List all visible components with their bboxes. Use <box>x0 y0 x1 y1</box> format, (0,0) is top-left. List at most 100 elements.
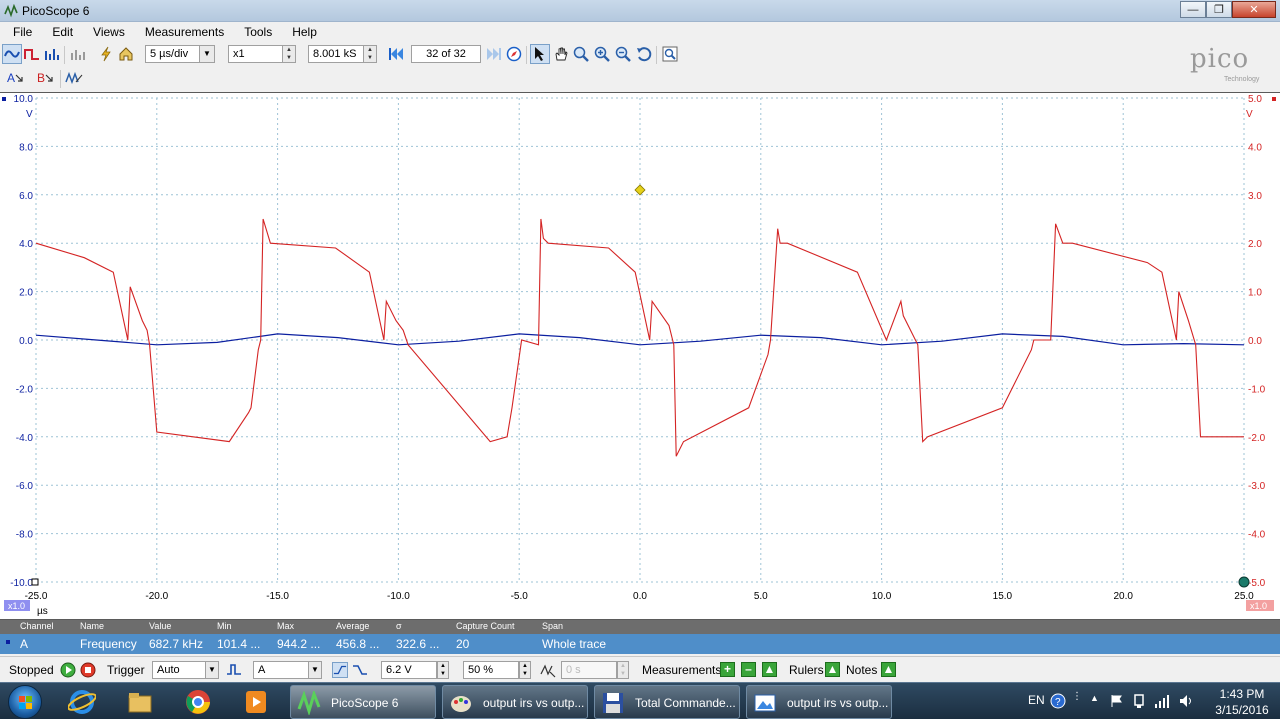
close-button[interactable]: ✕ <box>1232 1 1276 18</box>
start-button[interactable] <box>60 662 76 678</box>
post-trigger-delay-button[interactable] <box>540 662 556 678</box>
zoom-out-button[interactable] <box>613 44 633 64</box>
trigger-channel-select[interactable]: A <box>253 661 309 679</box>
first-buffer-button[interactable] <box>386 44 406 64</box>
falling-edge-button[interactable] <box>352 662 368 678</box>
ruler-handle-left[interactable] <box>31 578 39 586</box>
menu-tools[interactable]: Tools <box>231 22 279 42</box>
arrow-up-icon: ▲ <box>826 662 839 676</box>
trigger-channel-dropdown[interactable]: ▼ <box>308 661 322 679</box>
next-buffer-button[interactable] <box>484 44 504 64</box>
column-header[interactable]: Capture Count <box>456 621 515 631</box>
column-header[interactable]: Average <box>336 621 369 631</box>
stop-button[interactable] <box>80 662 96 678</box>
edit-measurement-button[interactable]: – <box>741 662 756 677</box>
delay-spinner[interactable]: ▲ ▼ <box>617 661 629 679</box>
spectrum-mode-button[interactable] <box>42 44 62 64</box>
file-explorer-pin[interactable] <box>120 686 160 718</box>
zoom-in-button[interactable] <box>592 44 612 64</box>
pointer-tool-button[interactable] <box>530 44 550 64</box>
trigger-delay-field[interactable]: 0 s <box>561 661 617 679</box>
chevron-down-icon: ▼ <box>208 665 216 674</box>
persistence-mode-button[interactable] <box>22 44 42 64</box>
timebase-dropdown[interactable]: ▼ <box>199 45 215 63</box>
show-hidden-icons-icon[interactable]: ▲ <box>1090 693 1099 703</box>
help-icon[interactable]: ? <box>1050 693 1066 709</box>
chrome-pin[interactable] <box>178 686 218 718</box>
column-header[interactable]: Channel <box>20 621 54 631</box>
rising-edge-button[interactable] <box>332 662 348 678</box>
minimize-button[interactable]: — <box>1180 1 1206 18</box>
column-header[interactable]: Value <box>149 621 171 631</box>
measurement-max: 944.2 ... <box>277 637 321 651</box>
column-header[interactable]: Span <box>542 621 563 631</box>
hand-tool-button[interactable] <box>551 44 571 64</box>
pretrigger-field[interactable]: 50 % <box>463 661 519 679</box>
safely-remove-hardware-icon[interactable] <box>1132 693 1146 709</box>
x-axis-tick-label: 20.0 <box>1113 591 1133 602</box>
input-language[interactable]: EN <box>1028 693 1045 707</box>
notes-button[interactable]: ▲ <box>881 662 896 677</box>
channel-a-button[interactable]: A <box>2 68 28 88</box>
column-header[interactable]: Max <box>277 621 294 631</box>
volume-icon[interactable] <box>1178 693 1194 709</box>
taskbar-task-total-commander[interactable]: Total Commande... <box>594 685 740 719</box>
rulers-settings-button[interactable]: ▲ <box>825 662 840 677</box>
trigger-mode-select[interactable]: Auto <box>152 661 206 679</box>
internet-explorer-pin[interactable] <box>62 686 102 718</box>
restore-button[interactable]: ❐ <box>1206 1 1232 18</box>
oscilloscope-plot[interactable]: 10.0 8.0 6.0 4.0 2.0 0.0 -2.0 -4.0 -6.0 -8.0 -10.0… <box>0 93 1280 621</box>
column-header[interactable]: Min <box>217 621 232 631</box>
trigger-mode-dropdown[interactable]: ▼ <box>205 661 219 679</box>
undo-zoom-button[interactable] <box>634 44 654 64</box>
taskbar-task-photo-viewer[interactable]: output irs vs outp... <box>746 685 892 719</box>
photo-viewer-icon <box>754 694 776 712</box>
add-measurement-button[interactable]: + <box>720 662 735 677</box>
trigger-marker[interactable] <box>634 184 646 196</box>
menu-edit[interactable]: Edit <box>39 22 80 42</box>
close-icon: ✕ <box>1249 4 1259 16</box>
buffer-position-field[interactable]: 32 of 32 <box>411 45 481 63</box>
buffer-navigator-button[interactable] <box>504 44 524 64</box>
menu-views[interactable]: Views <box>80 22 132 42</box>
column-header[interactable]: σ <box>396 621 402 631</box>
measurement-name: Frequency <box>80 637 137 651</box>
media-player-pin[interactable] <box>236 686 276 718</box>
auto-setup-button[interactable] <box>96 44 116 64</box>
column-header[interactable]: Name <box>80 621 104 631</box>
menu-measurements[interactable]: Measurements <box>132 22 231 42</box>
clock-date[interactable]: 3/15/2016 <box>1212 703 1272 717</box>
taskbar-task-picoscope[interactable]: PicoScope 6 <box>290 685 436 719</box>
default-setup-button[interactable] <box>116 44 136 64</box>
chevron-down-icon: ▼ <box>203 49 211 58</box>
network-signal-icon[interactable] <box>1154 693 1170 709</box>
action-center-flag-icon[interactable] <box>1110 694 1124 708</box>
channel-options-button[interactable] <box>68 44 88 64</box>
scope-view[interactable]: 10.0 8.0 6.0 4.0 2.0 0.0 -2.0 -4.0 -6.0 -8.0 -10.0… <box>0 92 1280 620</box>
tray-options-icon[interactable]: ⋮ <box>1072 691 1082 702</box>
menu-bar: File Edit Views Measurements Tools Help <box>0 22 1280 42</box>
sample-count-field[interactable]: 8.001 kS <box>308 45 364 63</box>
start-button[interactable] <box>8 685 42 719</box>
advanced-trigger-button[interactable] <box>226 662 242 678</box>
clock-time[interactable]: 1:43 PM <box>1212 687 1272 701</box>
taskbar-task-paint[interactable]: output irs vs outp... <box>442 685 588 719</box>
scope-mode-button[interactable] <box>2 44 22 64</box>
zoom-spinner[interactable]: ▲ ▼ <box>282 45 296 63</box>
lightning-icon <box>101 46 111 62</box>
zoom-select[interactable]: x1 <box>228 45 284 63</box>
delete-measurement-button[interactable]: ▲ <box>762 662 777 677</box>
spin-up-icon: ▲ <box>522 663 528 669</box>
table-row[interactable]: A Frequency 682.7 kHz 101.4 ... 944.2 ..… <box>0 634 1280 654</box>
menu-file[interactable]: File <box>0 22 39 42</box>
ruler-handle-right[interactable] <box>1238 576 1250 588</box>
sample-count-spinner[interactable]: ▲ ▼ <box>363 45 377 63</box>
zoom-area-button[interactable] <box>571 44 591 64</box>
pretrigger-spinner[interactable]: ▲ ▼ <box>519 661 531 679</box>
channel-b-button[interactable]: B <box>32 68 58 88</box>
math-channels-button[interactable] <box>64 68 84 88</box>
trigger-threshold-field[interactable]: 6.2 V <box>381 661 437 679</box>
threshold-spinner[interactable]: ▲ ▼ <box>437 661 449 679</box>
zoom-overview-button[interactable] <box>660 44 680 64</box>
menu-help[interactable]: Help <box>279 22 324 42</box>
